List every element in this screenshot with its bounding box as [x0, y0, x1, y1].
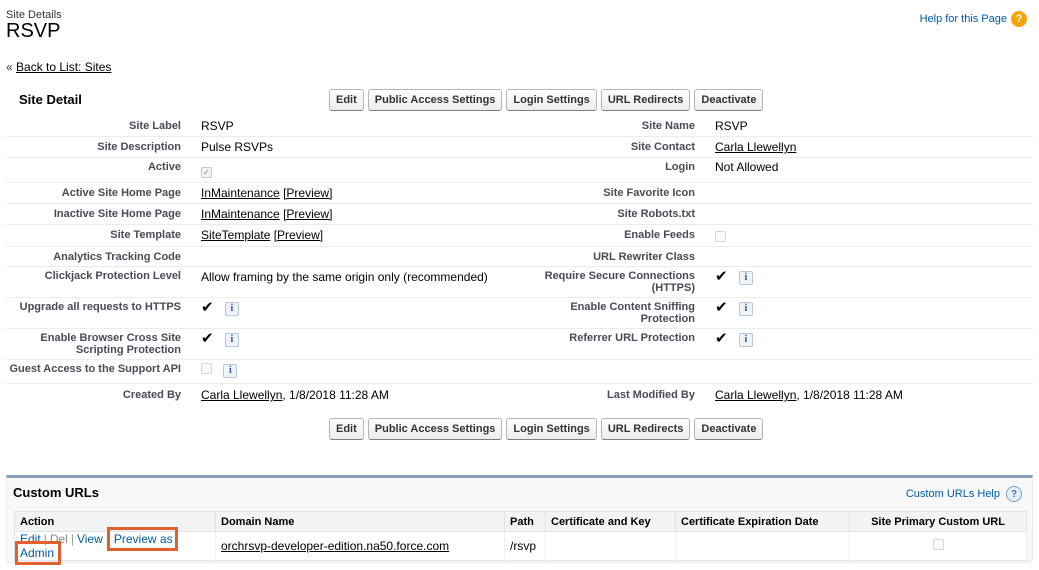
url-redirects-button[interactable]: URL Redirects — [600, 89, 691, 111]
detail-row: Enable Browser Cross Site Scripting Prot… — [6, 329, 1033, 360]
back-to-sites-link[interactable]: Back to List: Sites — [16, 60, 111, 74]
path-value: /rsvp — [504, 531, 546, 561]
referrer-label: Referrer URL Protection — [569, 332, 695, 344]
separator: | — [43, 532, 47, 546]
separator: | — [105, 532, 109, 546]
modified-by-date: , 1/8/2018 11:28 AM — [796, 388, 903, 402]
info-icon[interactable]: i — [738, 332, 753, 347]
column-header: Certificate Expiration Date — [675, 511, 850, 532]
favorite-icon-label: Site Favorite Icon — [603, 187, 695, 199]
detail-row: Upgrade all requests to HTTPS ✔ i Enable… — [6, 298, 1033, 329]
secure-connections-label-1: Require Secure Connections — [544, 270, 695, 282]
content-sniffing-label-2: Protection — [640, 313, 695, 325]
bottom-button-row: Edit Public Access Settings Login Settin… — [329, 418, 764, 440]
login-label: Login — [665, 161, 695, 173]
top-button-row: Edit Public Access Settings Login Settin… — [329, 89, 764, 111]
del-link: Del — [49, 532, 68, 546]
view-link[interactable]: View — [77, 532, 103, 546]
help-for-page-link[interactable]: Help for this Page ? — [920, 11, 1027, 27]
enable-feeds-label: Enable Feeds — [624, 229, 695, 241]
column-header: Certificate and Key — [545, 511, 676, 532]
guest-access-checkbox — [201, 363, 212, 374]
detail-row: Created By Carla Llewellyn, 1/8/2018 11:… — [6, 384, 1033, 408]
check-icon: ✔ — [715, 268, 728, 285]
login-settings-button[interactable]: Login Settings — [506, 418, 597, 440]
robots-label: Site Robots.txt — [617, 208, 695, 220]
custom-urls-help-label[interactable]: Custom URLs Help — [906, 488, 1000, 500]
expiration-value — [675, 531, 850, 561]
action-cell: Edit | Del | View | Preview as Admin — [14, 527, 216, 565]
breadcrumb: « Back to List: Sites — [6, 60, 111, 74]
guest-access-label: Guest Access to the Support API — [9, 363, 181, 375]
column-header: Path — [504, 511, 546, 532]
primary-url-checkbox — [932, 539, 944, 550]
public-access-settings-button[interactable]: Public Access Settings — [367, 418, 503, 440]
detail-row: Guest Access to the Support API i — [6, 360, 1033, 384]
info-icon[interactable]: i — [223, 363, 238, 378]
site-detail-title: Site Detail — [19, 92, 82, 107]
detail-row: Site Description Pulse RSVPs Site Contac… — [6, 137, 1033, 158]
site-name-value: RSVP — [715, 119, 748, 133]
public-access-settings-button[interactable]: Public Access Settings — [367, 89, 503, 111]
column-header: Domain Name — [215, 511, 505, 532]
page-title: RSVP — [6, 20, 61, 42]
detail-row: Analytics Tracking Code URL Rewriter Cla… — [6, 247, 1033, 267]
question-icon[interactable]: ? — [1006, 486, 1022, 502]
url-rewriter-label: URL Rewriter Class — [593, 251, 695, 263]
enable-feeds-checkbox — [715, 231, 726, 242]
check-icon: ✔ — [715, 330, 728, 347]
domain-name-link[interactable]: orchrsvp-developer-edition.na50.force.co… — [221, 539, 449, 553]
edit-button[interactable]: Edit — [329, 418, 364, 440]
site-detail-table: Site Label RSVP Site Name RSVP Site Desc… — [6, 116, 1033, 408]
help-for-page-label[interactable]: Help for this Page — [920, 13, 1007, 25]
separator: | — [70, 532, 74, 546]
certificate-value — [545, 531, 676, 561]
column-header: Action — [14, 511, 216, 532]
detail-row: Site Label RSVP Site Name RSVP — [6, 116, 1033, 137]
detail-row: Clickjack Protection Level Allow framing… — [6, 267, 1033, 298]
info-icon[interactable]: i — [738, 270, 753, 285]
site-contact-link[interactable]: Carla Llewellyn — [715, 140, 796, 154]
secure-connections-label-2: (HTTPS) — [651, 282, 695, 294]
detail-row: Active Site Home Page InMaintenance [Pre… — [6, 183, 1033, 204]
detail-row: Inactive Site Home Page InMaintenance [P… — [6, 204, 1033, 225]
edit-link[interactable]: Edit — [20, 532, 41, 546]
deactivate-button[interactable]: Deactivate — [694, 89, 764, 111]
info-icon[interactable]: i — [738, 301, 753, 316]
site-contact-label: Site Contact — [630, 141, 695, 153]
custom-urls-title: Custom URLs — [13, 485, 99, 500]
deactivate-button[interactable]: Deactivate — [694, 418, 764, 440]
detail-row: Site Template SiteTemplate [Preview] Ena… — [6, 225, 1033, 247]
check-icon: ✔ — [715, 299, 728, 316]
modified-by-user-link[interactable]: Carla Llewellyn — [715, 388, 796, 402]
custom-urls-help-link[interactable]: Custom URLs Help ? — [906, 486, 1022, 502]
detail-row: Active ✓ Login Not Allowed — [6, 158, 1033, 183]
content-sniffing-label-1: Enable Content Sniffing — [570, 301, 695, 313]
xss-label-2: Scripting Protection — [75, 344, 181, 356]
custom-urls-panel: Custom URLs Custom URLs Help ? Action Do… — [6, 475, 1033, 565]
back-chevron: « — [6, 60, 13, 74]
login-settings-button[interactable]: Login Settings — [506, 89, 597, 111]
question-icon[interactable]: ? — [1011, 11, 1027, 27]
table-row: Edit | Del | View | Preview as Admin orchrsvp-… — [14, 527, 1027, 565]
custom-urls-table: Action Domain Name Path Certificate and … — [14, 511, 1027, 565]
edit-button[interactable]: Edit — [329, 89, 364, 111]
column-header: Site Primary Custom URL — [849, 511, 1027, 532]
modified-by-label: Last Modified By — [606, 389, 695, 401]
login-value: Not Allowed — [715, 160, 779, 174]
table-header-row: Action Domain Name Path Certificate and … — [14, 511, 1027, 532]
url-redirects-button[interactable]: URL Redirects — [600, 418, 691, 440]
site-name-label: Site Name — [641, 120, 695, 132]
